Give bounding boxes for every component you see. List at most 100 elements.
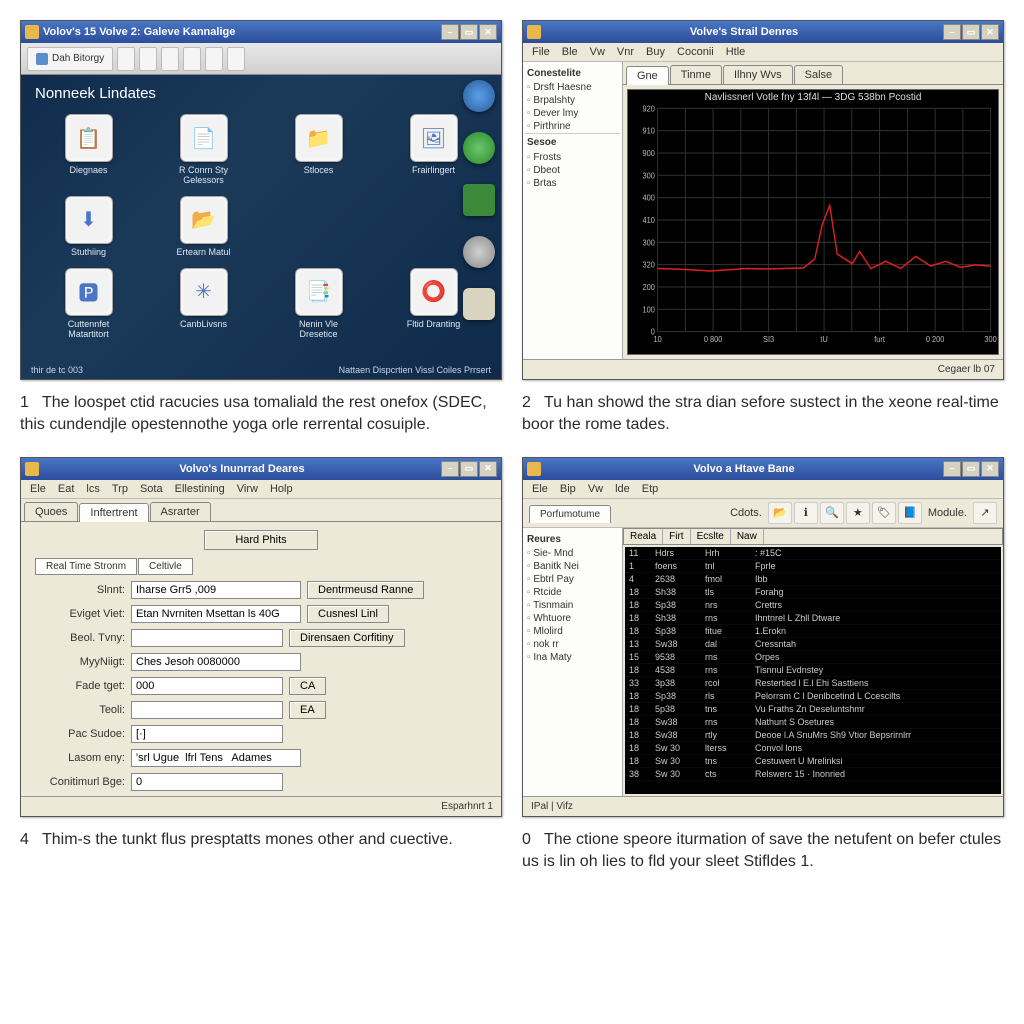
hard-phits-button[interactable]: Hard Phits xyxy=(204,530,317,550)
sidebar-item[interactable]: Whtuore xyxy=(525,612,620,625)
sidebar-item[interactable]: Brpalshty xyxy=(525,94,620,107)
table-row[interactable]: 18Sw38rnsNathunt S Osetures xyxy=(625,716,1001,729)
menu-item[interactable]: lde xyxy=(610,482,635,496)
app-launcher[interactable]: ⬇Stuthiing xyxy=(35,196,142,258)
column-header[interactable]: Ecslte xyxy=(691,529,731,544)
table-row[interactable]: 11HdrsHrh: #15C xyxy=(625,547,1001,560)
menu-item[interactable]: Htle xyxy=(721,45,751,59)
sidebar-item[interactable]: Frosts xyxy=(525,151,620,164)
menu-item[interactable]: Etp xyxy=(637,482,664,496)
table-row[interactable]: 13Sw38dalCressntah xyxy=(625,638,1001,651)
clock-gadget[interactable] xyxy=(463,80,495,112)
app-launcher[interactable]: 📂Ertearn Matul xyxy=(150,196,257,258)
tab-perf[interactable]: Porfumotume xyxy=(529,505,611,523)
sidebar-item[interactable]: Ebtrl Pay xyxy=(525,573,620,586)
text-input[interactable] xyxy=(131,629,283,647)
toolbar-btn-chart[interactable] xyxy=(139,47,157,71)
text-input[interactable] xyxy=(131,701,283,719)
close-button[interactable]: ✕ xyxy=(981,461,999,477)
maximize-button[interactable]: ▭ xyxy=(460,461,478,477)
tb-search-icon[interactable]: 🔍 xyxy=(820,502,844,524)
column-header[interactable]: Naw xyxy=(731,529,764,544)
sidebar-item[interactable]: Ina Maty xyxy=(525,651,620,664)
table-row[interactable]: 42638fmolIbb xyxy=(625,573,1001,586)
toolbar-btn-back[interactable] xyxy=(117,47,135,71)
app-launcher[interactable]: 📁Stloces xyxy=(265,114,372,186)
tab[interactable]: Asrarter xyxy=(150,502,211,521)
text-input[interactable] xyxy=(131,773,283,791)
menu-item[interactable]: Bip xyxy=(555,482,581,496)
toolbar-btn-doc[interactable] xyxy=(161,47,179,71)
table-row[interactable]: 18Sp38rlsPelorrsm C l Denlbcetind L Cces… xyxy=(625,690,1001,703)
tb-star-icon[interactable]: ★ xyxy=(846,502,870,524)
maximize-button[interactable]: ▭ xyxy=(962,24,980,40)
row-button[interactable]: Dirensaen Corfitiny xyxy=(289,629,405,647)
tab[interactable]: Inftertrent xyxy=(79,503,148,522)
app-launcher[interactable]: 📄R Conrn Sty Gelessors xyxy=(150,114,257,186)
toolbar-btn-shield1[interactable] xyxy=(205,47,223,71)
menu-item[interactable]: Ele xyxy=(25,482,51,496)
app-launcher[interactable]: 📋Diegnaes xyxy=(35,114,142,186)
text-input[interactable] xyxy=(131,605,301,623)
text-input[interactable] xyxy=(131,653,301,671)
tb-book-icon[interactable]: 📘 xyxy=(898,502,922,524)
menu-item[interactable]: Vnr xyxy=(612,45,639,59)
minimize-button[interactable]: – xyxy=(441,461,459,477)
menu-item[interactable]: Trp xyxy=(107,482,133,496)
table-row[interactable]: 18Sw 30lterssConvol lons xyxy=(625,742,1001,755)
maximize-button[interactable]: ▭ xyxy=(460,24,478,40)
sidebar-item[interactable]: Brtas xyxy=(525,177,620,190)
minimize-button[interactable]: – xyxy=(943,24,961,40)
tab[interactable]: Gne xyxy=(626,66,669,85)
toolbar-btn-gear[interactable] xyxy=(183,47,201,71)
row-button[interactable]: EA xyxy=(289,701,326,719)
subtab[interactable]: Celtivle xyxy=(138,558,193,575)
sidebar-item[interactable]: Sie- Mnd xyxy=(525,547,620,560)
tb-info-icon[interactable]: ℹ xyxy=(794,502,818,524)
table-row[interactable]: 18Sh38tlsForahg xyxy=(625,586,1001,599)
tb-expand-icon[interactable]: ↗ xyxy=(973,502,997,524)
table-row[interactable]: 184538rnsTisnnul Evdnstey xyxy=(625,664,1001,677)
menu-item[interactable]: Coconii xyxy=(672,45,719,59)
data-grid[interactable]: 11HdrsHrh: #15C1foenstnlFprle42638fmolIb… xyxy=(625,547,1001,794)
menu-item[interactable]: Ele xyxy=(527,482,553,496)
menu-item[interactable]: Eat xyxy=(53,482,80,496)
tab[interactable]: Quoes xyxy=(24,502,78,521)
menu-item[interactable]: Vw xyxy=(583,482,608,496)
sidebar-item[interactable]: nok rr xyxy=(525,638,620,651)
sidebar-item[interactable]: Banitk Nei xyxy=(525,560,620,573)
app-launcher[interactable]: 🅿Cuttennfet Matartitort xyxy=(35,268,142,340)
tile-gadget[interactable] xyxy=(463,184,495,216)
toolbar-btn-shield2[interactable] xyxy=(227,47,245,71)
sidebar-item[interactable]: Rtcide xyxy=(525,586,620,599)
subtab[interactable]: Real Time Stronm xyxy=(35,558,137,575)
tb-tag-icon[interactable]: 🏷 xyxy=(872,502,896,524)
close-button[interactable]: ✕ xyxy=(981,24,999,40)
minimize-button[interactable]: – xyxy=(441,24,459,40)
text-input[interactable] xyxy=(131,725,283,743)
table-row[interactable]: 38Sw 30ctsRelswerc 15 · Inonried xyxy=(625,768,1001,781)
monitor-gadget[interactable] xyxy=(463,132,495,164)
sidebar-item[interactable]: Drsft Haesne xyxy=(525,81,620,94)
table-row[interactable]: 159538rnsOrpes xyxy=(625,651,1001,664)
row-button[interactable]: CA xyxy=(289,677,326,695)
menu-item[interactable]: lcs xyxy=(81,482,104,496)
sidebar-item[interactable]: Dbeot xyxy=(525,164,620,177)
sidebar-item[interactable]: Dever lmy xyxy=(525,107,620,120)
sidebar-item[interactable]: Tisnmain xyxy=(525,599,620,612)
menu-item[interactable]: Vw xyxy=(585,45,610,59)
table-row[interactable]: 18Sp38nrsCrettrs xyxy=(625,599,1001,612)
menu-item[interactable]: Buy xyxy=(641,45,670,59)
tb-open-icon[interactable]: 📂 xyxy=(768,502,792,524)
column-header[interactable]: Reala xyxy=(624,529,663,544)
dial-gadget[interactable] xyxy=(463,236,495,268)
note-gadget[interactable] xyxy=(463,288,495,320)
table-row[interactable]: 18Sw 30tnsCestuwert U Mrelinksi xyxy=(625,755,1001,768)
minimize-button[interactable]: – xyxy=(943,461,961,477)
text-input[interactable] xyxy=(131,749,301,767)
table-row[interactable]: 18Sw38rtlyDeooe l.A SnuMrs Sh9 Vtior Bep… xyxy=(625,729,1001,742)
menu-item[interactable]: File xyxy=(527,45,555,59)
table-row[interactable]: 333p38rcolRestertied l E.l Ehi Sasttiens xyxy=(625,677,1001,690)
close-button[interactable]: ✕ xyxy=(479,461,497,477)
table-row[interactable]: 18Sh38rnsIhntnrel L Zhll Dtware xyxy=(625,612,1001,625)
